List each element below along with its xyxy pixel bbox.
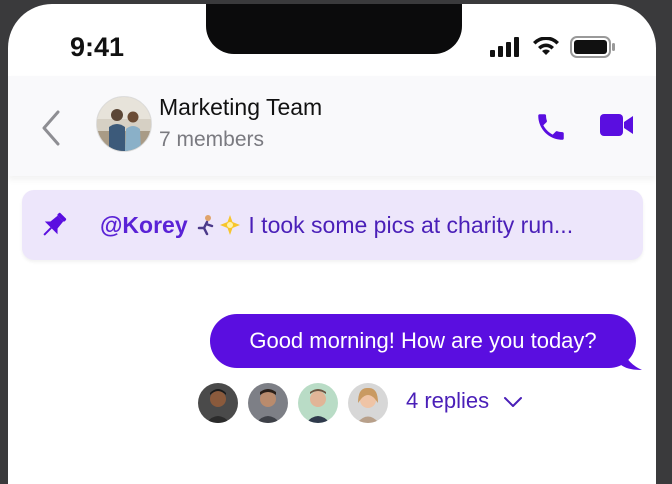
replies-link[interactable]: 4 replies bbox=[406, 388, 489, 414]
status-time: 9:41 bbox=[70, 32, 125, 62]
running-emoji-icon bbox=[197, 215, 214, 236]
avatar bbox=[246, 381, 290, 425]
phone-call-icon[interactable] bbox=[534, 110, 568, 144]
chevron-down-icon[interactable] bbox=[502, 391, 524, 413]
video-call-icon[interactable] bbox=[600, 112, 634, 138]
pinned-text: @Korey I took some pics at charity run..… bbox=[100, 212, 573, 239]
chat-header: Marketing Team 7 members bbox=[8, 76, 656, 176]
pinned-message[interactable]: @Korey I took some pics at charity run..… bbox=[22, 190, 643, 260]
phone-screen: 9:41 Marketing Team 7 members @Korey I t… bbox=[8, 4, 656, 484]
back-icon[interactable] bbox=[38, 108, 62, 148]
message-bubble[interactable]: Good morning! How are you today? bbox=[210, 314, 636, 368]
wifi-icon bbox=[533, 37, 559, 55]
mention-korey[interactable]: @Korey bbox=[100, 212, 188, 238]
pin-icon bbox=[43, 212, 67, 236]
avatar bbox=[346, 381, 390, 425]
reply-avatars[interactable] bbox=[196, 381, 396, 425]
status-icons bbox=[490, 36, 616, 58]
pinned-preview-text: I took some pics at charity run... bbox=[242, 212, 574, 238]
member-count: 7 members bbox=[159, 128, 265, 151]
avatar bbox=[196, 381, 240, 425]
signal-icon bbox=[490, 37, 519, 57]
battery-icon bbox=[570, 36, 615, 58]
bubble-tail bbox=[620, 342, 642, 370]
chat-title: Marketing Team bbox=[159, 94, 323, 120]
group-avatar[interactable] bbox=[96, 96, 152, 152]
sparkle-emoji-icon bbox=[220, 215, 241, 235]
device-notch bbox=[206, 4, 462, 54]
avatar bbox=[296, 381, 340, 425]
